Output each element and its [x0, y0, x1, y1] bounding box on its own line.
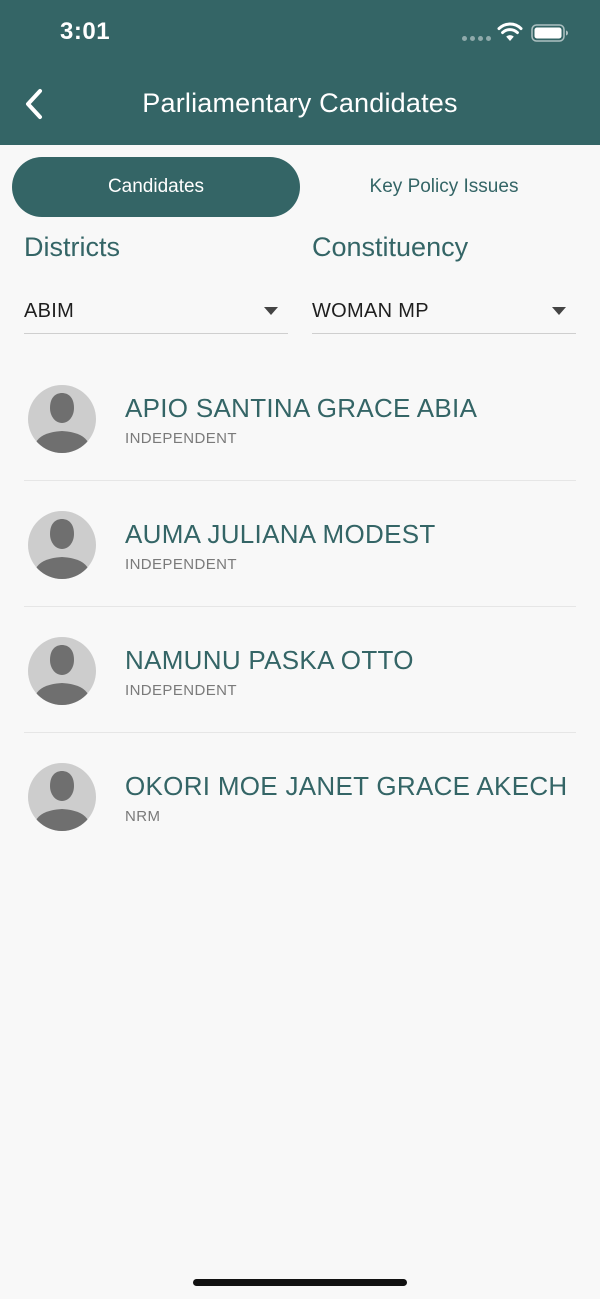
districts-label: Districts: [24, 232, 120, 262]
page-title: Parliamentary Candidates: [142, 88, 458, 118]
avatar-placeholder-icon: [28, 637, 96, 705]
avatar-placeholder-icon: [28, 763, 96, 831]
tab-key-policy-issues[interactable]: Key Policy Issues: [300, 157, 588, 217]
avatar-placeholder-icon: [28, 511, 96, 579]
home-indicator[interactable]: [193, 1279, 407, 1286]
candidate-name: APIO SANTINA GRACE ABIA: [125, 393, 478, 423]
constituency-select[interactable]: WOMAN MP: [312, 290, 576, 334]
segmented-tabs: Candidates Key Policy Issues: [12, 157, 588, 217]
constituency-select-value: WOMAN MP: [312, 300, 429, 322]
districts-select[interactable]: ABIM: [24, 290, 288, 334]
avatar-placeholder-icon: [28, 385, 96, 453]
candidate-party: INDEPENDENT: [125, 556, 237, 573]
status-time: 3:01: [60, 18, 111, 45]
candidate-list-item[interactable]: AUMA JULIANA MODEST INDEPENDENT: [0, 481, 600, 607]
candidate-name: AUMA JULIANA MODEST: [125, 519, 436, 549]
constituency-label: Constituency: [312, 232, 469, 262]
battery-icon: [531, 24, 568, 42]
candidate-party: INDEPENDENT: [125, 430, 237, 447]
candidate-list-item[interactable]: APIO SANTINA GRACE ABIA INDEPENDENT: [0, 355, 600, 481]
candidate-list-item[interactable]: OKORI MOE JANET GRACE AKECH NRM: [0, 733, 600, 859]
candidate-party: NRM: [125, 808, 161, 825]
app-header: 3:01 Parliamentary Candidates: [0, 0, 600, 145]
candidate-name: OKORI MOE JANET GRACE AKECH: [125, 771, 568, 801]
cellular-signal-icon: [462, 36, 491, 41]
wifi-icon: [497, 22, 523, 41]
candidate-name: NAMUNU PASKA OTTO: [125, 645, 414, 675]
districts-select-value: ABIM: [24, 300, 75, 322]
tab-candidates[interactable]: Candidates: [12, 157, 300, 217]
candidate-list: APIO SANTINA GRACE ABIA INDEPENDENT AUMA…: [0, 355, 600, 859]
candidate-party: INDEPENDENT: [125, 682, 237, 699]
candidate-list-item[interactable]: NAMUNU PASKA OTTO INDEPENDENT: [0, 607, 600, 733]
caret-down-icon: [552, 307, 566, 315]
caret-down-icon: [264, 307, 278, 315]
